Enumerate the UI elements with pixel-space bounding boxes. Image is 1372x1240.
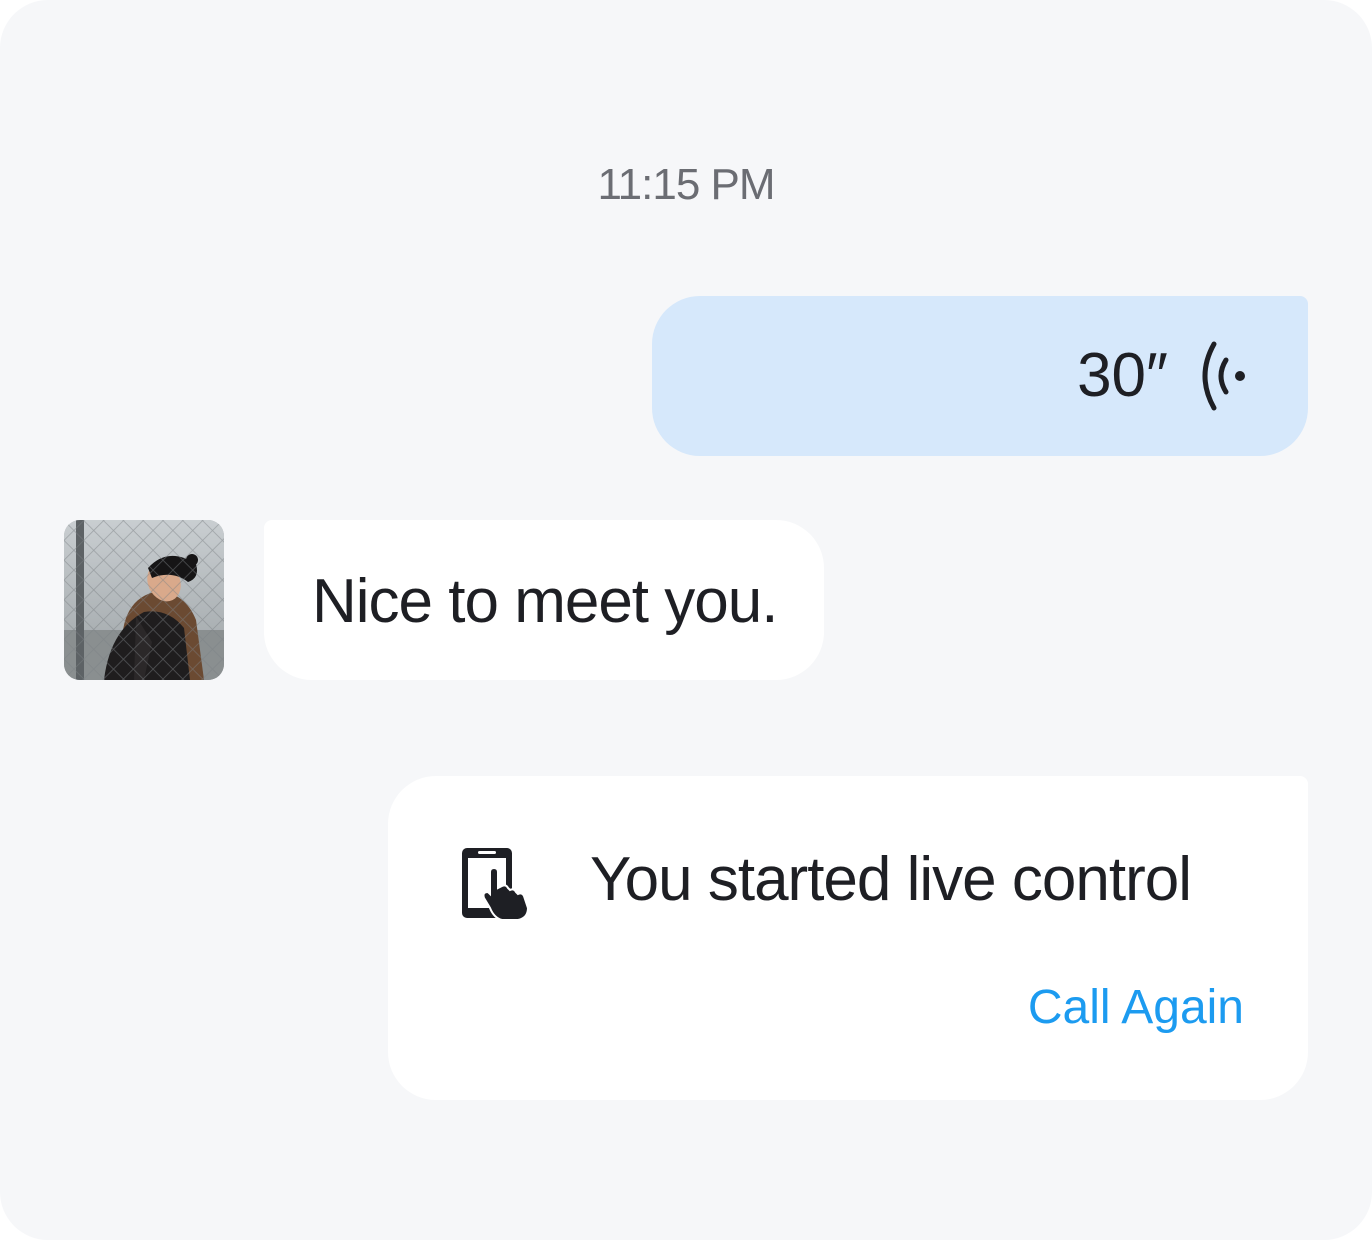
- live-control-event-card: You started live control Call Again: [388, 776, 1308, 1100]
- voice-wave-icon: [1202, 341, 1245, 411]
- chat-panel: 11:15 PM 30″ Nice to meet you. You start…: [0, 0, 1372, 1240]
- event-text: You started live control: [590, 845, 1192, 914]
- message-timestamp: 11:15 PM: [597, 160, 775, 209]
- call-again-button[interactable]: Call Again: [1028, 980, 1244, 1036]
- avatar[interactable]: [64, 520, 224, 680]
- user-avatar-photo: [64, 520, 224, 680]
- voice-message-bubble[interactable]: 30″: [652, 296, 1308, 456]
- tablet-touch-icon: [462, 848, 530, 921]
- incoming-text-bubble[interactable]: Nice to meet you.: [264, 520, 824, 680]
- message-text: Nice to meet you.: [312, 567, 778, 636]
- voice-duration: 30″: [1077, 341, 1168, 410]
